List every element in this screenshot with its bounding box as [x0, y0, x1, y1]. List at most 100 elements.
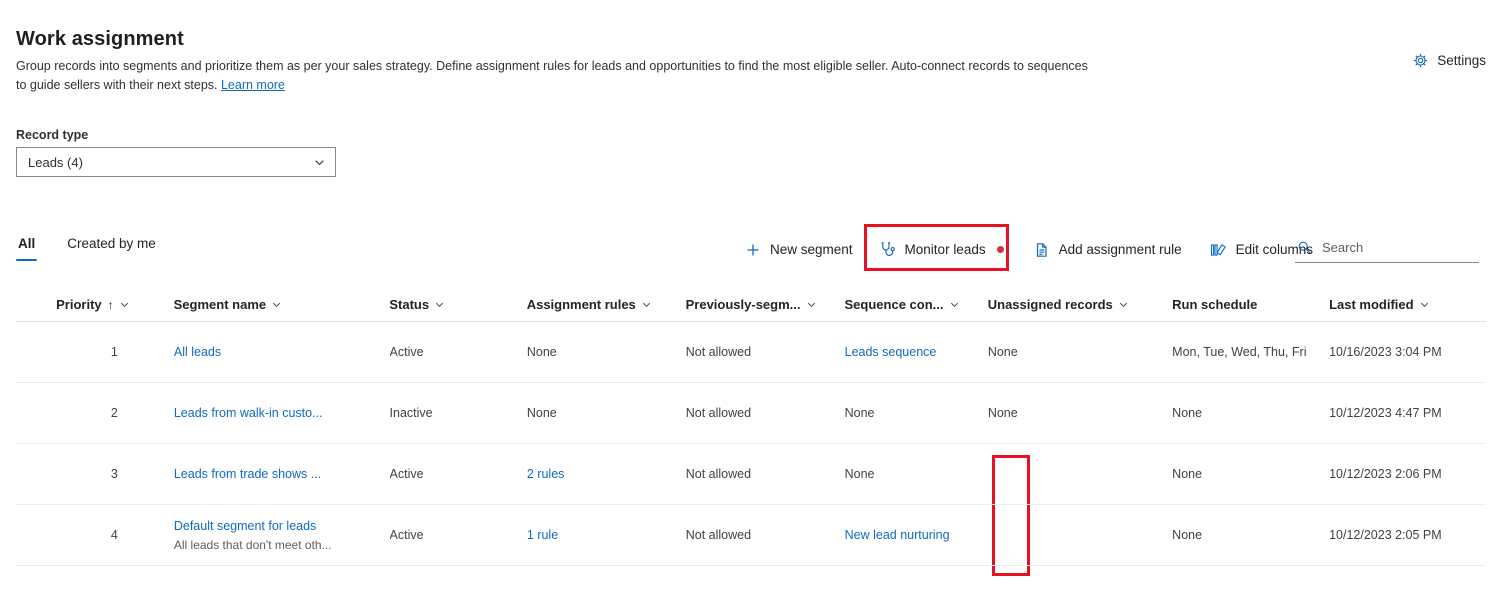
sort-ascending-icon: ↑ — [107, 297, 114, 312]
sequence-link[interactable]: Leads sequence — [845, 345, 937, 359]
column-header-sequence-connected[interactable]: Sequence con... — [845, 297, 988, 312]
cell-unassigned-records: 1 — [988, 528, 1172, 542]
cell-unassigned-records: 1 — [988, 467, 1172, 481]
cell-unassigned-records: None — [988, 406, 1172, 420]
cell-run-schedule: None — [1172, 467, 1203, 481]
settings-label: Settings — [1437, 53, 1486, 68]
tab-all[interactable]: All — [16, 233, 38, 261]
unassigned-records-value: None — [987, 345, 1018, 359]
chevron-down-icon — [313, 156, 326, 169]
learn-more-link[interactable]: Learn more — [221, 78, 285, 92]
column-header-last-modified-label: Last modified — [1329, 297, 1414, 312]
column-header-priority-label: Priority — [56, 297, 102, 312]
table-row[interactable]: 1 All leads Active None Not allowed Lead… — [16, 322, 1486, 383]
cell-previously-segmented: Not allowed — [685, 406, 752, 420]
cell-last-modified: 10/12/2023 4:47 PM — [1329, 406, 1442, 420]
cell-segment-name: Default segment for leads All leads that… — [174, 519, 390, 552]
page-description-text: Group records into segments and prioriti… — [16, 59, 1088, 92]
cell-sequence-connected: None — [844, 406, 875, 420]
page-description: Group records into segments and prioriti… — [16, 57, 1096, 95]
segment-name-link[interactable]: Default segment for leads — [174, 519, 380, 533]
column-header-previously-segmented[interactable]: Previously-segm... — [686, 297, 845, 312]
column-header-status[interactable]: Status — [389, 297, 526, 312]
search-input[interactable] — [1320, 239, 1477, 256]
cell-priority: 4 — [110, 528, 118, 542]
chevron-down-icon — [1419, 299, 1430, 310]
monitor-leads-label: Monitor leads — [904, 242, 986, 257]
cell-run-schedule: None — [1172, 406, 1203, 420]
table-row[interactable]: 4 Default segment for leads All leads th… — [16, 505, 1486, 566]
cell-segment-name: Leads from trade shows ... — [174, 467, 390, 481]
column-header-previously-segmented-label: Previously-segm... — [685, 297, 801, 312]
cell-sequence-connected: Leads sequence — [845, 345, 988, 359]
column-header-segment-name[interactable]: Segment name — [174, 297, 390, 312]
segment-name-link[interactable]: Leads from walk-in custo... — [174, 406, 380, 420]
table-row[interactable]: 2 Leads from walk-in custo... Inactive N… — [16, 383, 1486, 444]
cell-priority: 2 — [110, 406, 118, 420]
notification-dot-badge — [996, 246, 1004, 253]
tab-created-by-me[interactable]: Created by me — [65, 233, 158, 261]
column-header-unassigned-records[interactable]: Unassigned records — [988, 297, 1172, 312]
page-title: Work assignment — [16, 28, 184, 50]
search-icon — [1297, 240, 1312, 255]
chevron-down-icon — [271, 299, 282, 310]
column-header-assignment-rules-label: Assignment rules — [526, 297, 636, 312]
add-assignment-rule-label: Add assignment rule — [1058, 242, 1182, 257]
command-bar: New segment Monitor leads Add assignment… — [735, 234, 1323, 265]
cell-previously-segmented: Not allowed — [685, 528, 752, 542]
monitor-leads-button[interactable]: Monitor leads — [869, 234, 1014, 265]
column-header-last-modified[interactable]: Last modified — [1329, 297, 1486, 312]
table-row[interactable]: 3 Leads from trade shows ... Active 2 ru… — [16, 444, 1486, 505]
view-tabs: All Created by me — [16, 233, 158, 261]
cell-sequence-connected: New lead nurturing — [845, 528, 988, 542]
chevron-down-icon — [1118, 299, 1129, 310]
unassigned-records-value: None — [987, 406, 1018, 420]
cell-segment-name: Leads from walk-in custo... — [174, 406, 390, 420]
column-header-assignment-rules[interactable]: Assignment rules — [527, 297, 686, 312]
cell-status: Active — [389, 528, 424, 542]
column-header-priority[interactable]: Priority ↑ — [16, 297, 174, 312]
column-header-run-schedule[interactable]: Run schedule — [1172, 297, 1329, 312]
record-type-value: Leads (4) — [28, 154, 83, 170]
segment-description: All leads that don't meet oth... — [173, 537, 332, 552]
assignment-rules-link[interactable]: 2 rules — [527, 467, 565, 481]
new-segment-button[interactable]: New segment — [735, 235, 863, 265]
record-type-label: Record type — [16, 128, 89, 142]
stethoscope-icon — [879, 241, 896, 258]
column-header-run-schedule-label: Run schedule — [1172, 297, 1258, 312]
column-header-segment-name-label: Segment name — [173, 297, 267, 312]
chevron-down-icon — [119, 299, 130, 310]
chevron-down-icon — [949, 299, 960, 310]
segment-name-link[interactable]: Leads from trade shows ... — [174, 467, 380, 481]
add-assignment-rule-button[interactable]: Add assignment rule — [1024, 235, 1192, 265]
cell-assignment-rules: None — [526, 345, 557, 359]
cell-run-schedule: None — [1172, 528, 1203, 542]
page-header: Work assignment Group records into segme… — [0, 0, 1506, 95]
settings-button[interactable]: Settings — [1412, 52, 1486, 69]
cell-segment-name: All leads — [174, 345, 390, 359]
search-box[interactable] — [1295, 236, 1479, 263]
edit-columns-icon — [1210, 242, 1227, 258]
sequence-link[interactable]: New lead nurturing — [845, 528, 950, 542]
cell-status: Active — [389, 467, 424, 481]
cell-assignment-rules: 1 rule — [527, 528, 686, 542]
cell-priority: 3 — [110, 467, 118, 481]
assignment-rules-link[interactable]: 1 rule — [527, 528, 558, 542]
cell-run-schedule: Mon, Tue, Wed, Thu, Fri — [1172, 345, 1307, 359]
cell-assignment-rules: 2 rules — [527, 467, 686, 481]
segment-name-link[interactable]: All leads — [174, 345, 380, 359]
cell-sequence-connected: None — [844, 467, 875, 481]
column-header-status-label: Status — [389, 297, 430, 312]
chevron-down-icon — [434, 299, 445, 310]
chevron-down-icon — [641, 299, 652, 310]
cell-last-modified: 10/12/2023 2:05 PM — [1329, 528, 1442, 542]
cell-priority: 1 — [110, 345, 118, 359]
record-type-dropdown[interactable]: Leads (4) — [16, 147, 336, 177]
record-type-block: Record type Leads (4) — [16, 128, 336, 177]
cell-previously-segmented: Not allowed — [685, 345, 752, 359]
chevron-down-icon — [806, 299, 817, 310]
cell-assignment-rules: None — [526, 406, 557, 420]
cell-unassigned-records: None — [988, 345, 1172, 359]
new-segment-label: New segment — [770, 242, 853, 257]
cell-status: Inactive — [389, 406, 433, 420]
